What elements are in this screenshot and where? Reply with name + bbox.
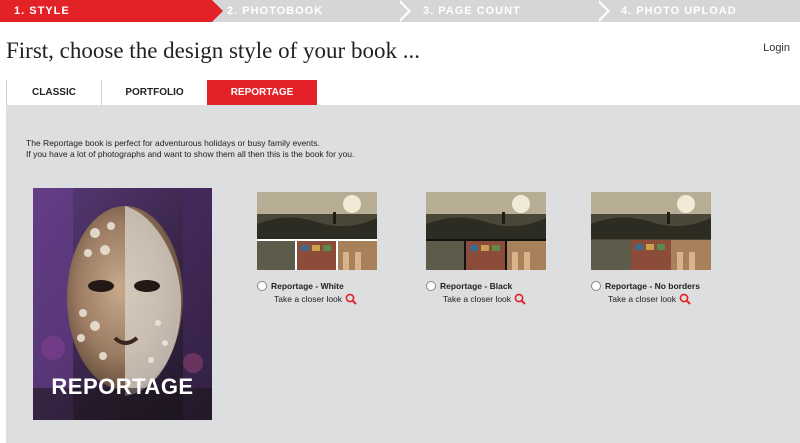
option-label: Reportage - Black [440, 281, 513, 291]
closer-label: Take a closer look [608, 294, 677, 304]
book-cover-image: REPORTAGE [33, 188, 212, 420]
style-option-white: Reportage - White Take a closer look [257, 192, 377, 305]
step-style-label: 1. STYLE [14, 5, 70, 17]
option-label: Reportage - No borders [605, 281, 700, 291]
step-photo-upload[interactable]: 4. PHOTO UPLOAD [621, 0, 737, 22]
option-row: Reportage - White [257, 281, 377, 291]
magnifier-icon[interactable] [345, 293, 357, 305]
step-photobook[interactable]: 2. PHOTOBOOK [227, 0, 323, 22]
preview-thumbnail-white[interactable] [257, 192, 377, 270]
login-link[interactable]: Login [763, 42, 790, 54]
option-label: Reportage - White [271, 281, 344, 291]
step-photo-upload-label: 4. PHOTO UPLOAD [621, 5, 737, 17]
radio-reportage-no-borders[interactable] [591, 281, 601, 291]
preview-image [591, 192, 711, 270]
magnifier-icon[interactable] [514, 293, 526, 305]
closer-label: Take a closer look [443, 294, 512, 304]
magnifier-icon[interactable] [679, 293, 691, 305]
preview-thumbnail-black[interactable] [426, 192, 546, 270]
style-description: The Reportage book is perfect for advent… [26, 138, 354, 160]
step-style[interactable]: 1. STYLE [0, 0, 223, 22]
preview-thumbnail-no-borders[interactable] [591, 192, 711, 270]
take-closer-look-link[interactable]: Take a closer look [274, 293, 377, 305]
tab-classic[interactable]: CLASSIC [6, 80, 101, 105]
style-option-no-borders: Reportage - No borders Take a closer loo… [591, 192, 711, 305]
description-line-2: If you have a lot of photographs and wan… [26, 149, 355, 159]
tab-portfolio[interactable]: PORTFOLIO [101, 80, 207, 105]
page-title: First, choose the design style of your b… [6, 38, 420, 63]
preview-image [257, 192, 377, 270]
step-photobook-label: 2. PHOTOBOOK [227, 5, 324, 17]
step-page-count[interactable]: 3. PAGE COUNT [423, 0, 521, 22]
style-option-black: Reportage - Black Take a closer look [426, 192, 546, 305]
radio-reportage-black[interactable] [426, 281, 436, 291]
step-separator [397, 0, 411, 22]
step-page-count-label: 3. PAGE COUNT [423, 5, 521, 17]
step-separator [596, 0, 610, 22]
style-panel: The Reportage book is perfect for advent… [6, 105, 800, 443]
closer-label: Take a closer look [274, 294, 343, 304]
style-tabs: CLASSIC PORTFOLIO REPORTAGE [6, 80, 317, 105]
option-row: Reportage - No borders [591, 281, 711, 291]
cover-title: REPORTAGE [51, 374, 194, 399]
progress-steps: 1. STYLE 2. PHOTOBOOK 3. PAGE COUNT 4. P… [0, 0, 800, 22]
preview-image [426, 192, 546, 270]
option-row: Reportage - Black [426, 281, 546, 291]
radio-reportage-white[interactable] [257, 281, 267, 291]
tab-reportage[interactable]: REPORTAGE [207, 80, 317, 105]
take-closer-look-link[interactable]: Take a closer look [443, 293, 546, 305]
description-line-1: The Reportage book is perfect for advent… [26, 138, 320, 148]
take-closer-look-link[interactable]: Take a closer look [608, 293, 711, 305]
